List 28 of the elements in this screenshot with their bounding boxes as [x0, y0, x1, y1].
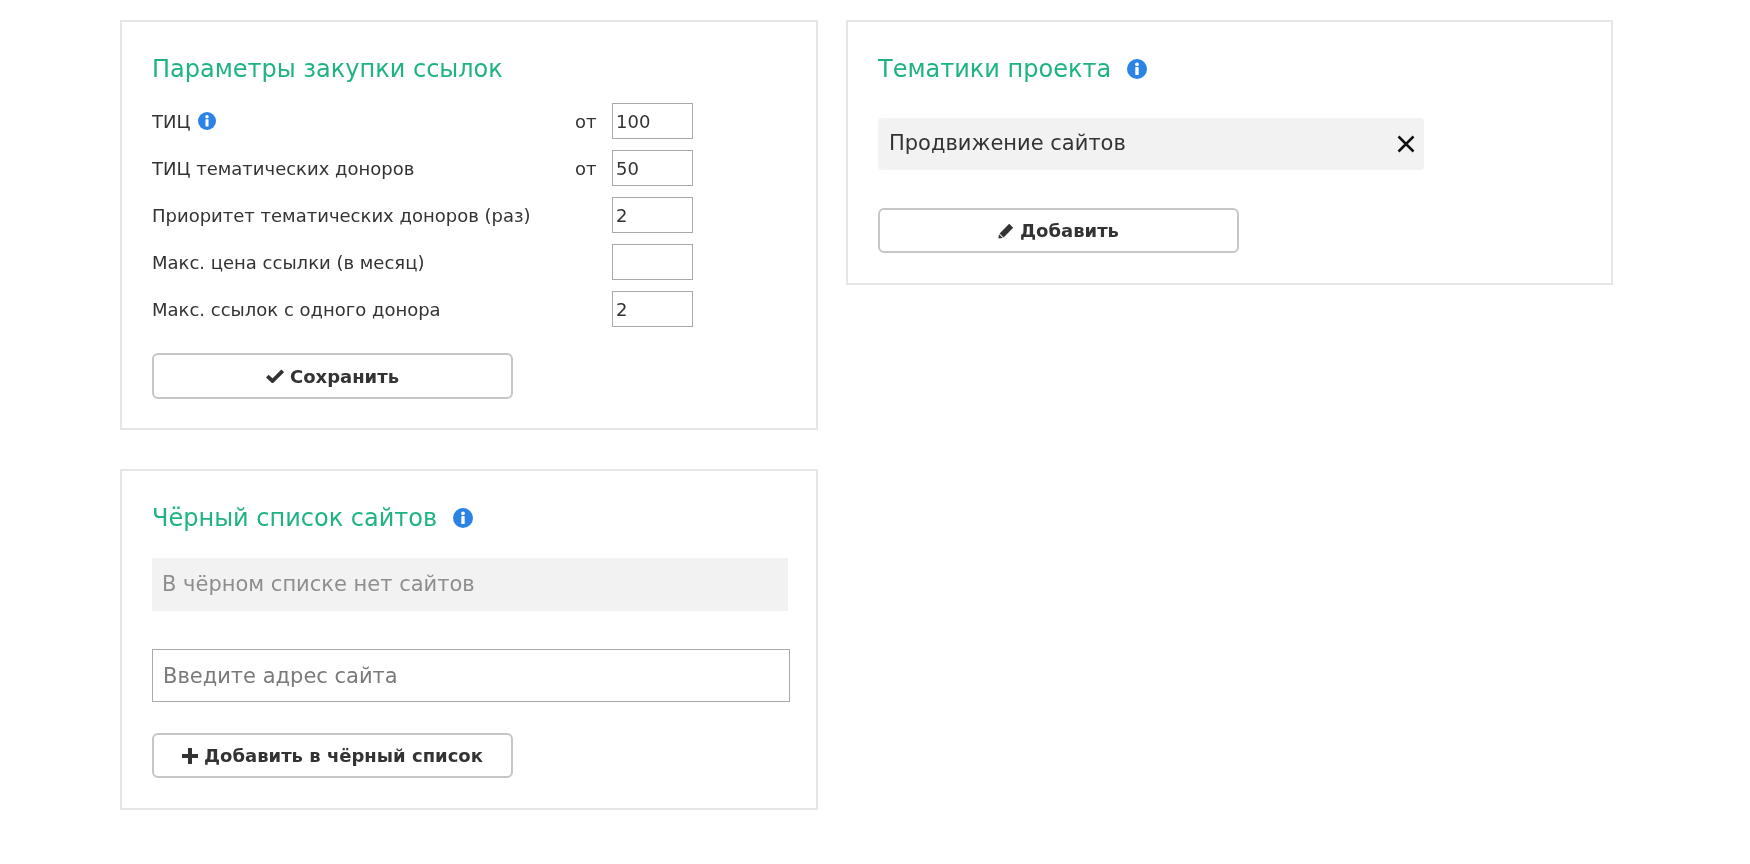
save-button[interactable]: Сохранить	[152, 353, 513, 399]
field-label: ТИЦ тематических доноров	[152, 156, 415, 181]
plus-icon	[182, 747, 199, 764]
panel-title: Чёрный список сайтов	[152, 503, 438, 533]
value-input[interactable]	[612, 244, 693, 280]
info-icon[interactable]	[453, 508, 474, 528]
value-input[interactable]: 50	[612, 150, 693, 186]
add-topic-button[interactable]: Добавить	[878, 208, 1239, 253]
pencil-icon	[998, 222, 1015, 239]
prefix-label: от	[575, 109, 598, 134]
value-input[interactable]: 2	[612, 291, 693, 327]
check-icon	[265, 369, 284, 383]
panel-title: Параметры закупки ссылок	[152, 54, 503, 84]
site-address-input[interactable]: Введите адрес сайта	[152, 649, 790, 702]
prefix-label: от	[575, 156, 598, 181]
field-label: Приоритет тематических доноров (раз)	[152, 203, 531, 228]
field-label: Макс. ссылок с одного донора	[152, 297, 441, 322]
value-input[interactable]: 2	[612, 197, 693, 233]
close-icon[interactable]	[1397, 135, 1415, 153]
empty-list-message: В чёрном списке нет сайтов	[152, 558, 788, 611]
info-icon[interactable]	[1127, 59, 1148, 79]
field-label: Макс. цена ссылки (в месяц)	[152, 250, 425, 275]
add-to-blacklist-button[interactable]: Добавить в чёрный список	[152, 733, 513, 778]
value-input[interactable]: 100	[612, 103, 693, 139]
topic-label: Продвижение сайтов	[889, 130, 1126, 158]
field-label: ТИЦ	[152, 109, 191, 134]
info-icon[interactable]	[198, 112, 217, 130]
panel-title: Тематики проекта	[878, 54, 1112, 84]
